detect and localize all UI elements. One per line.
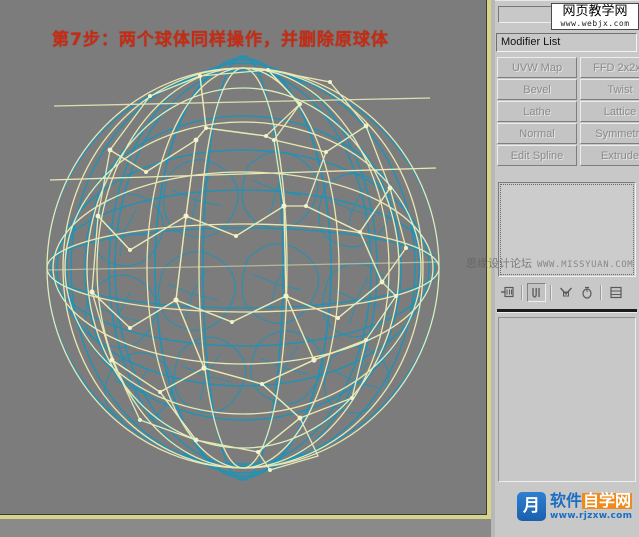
modifier-button-edit-spline[interactable]: Edit Spline bbox=[497, 145, 577, 166]
watermark-missyuan-chinese: 思缘设计论坛 bbox=[466, 257, 532, 270]
modifier-button-bevel[interactable]: Bevel bbox=[497, 79, 577, 100]
stack-divider bbox=[497, 309, 637, 313]
toolbar-separator-3 bbox=[600, 284, 602, 300]
modifier-list-dropdown[interactable]: Modifier List bbox=[496, 33, 637, 52]
viewport-bottom-strip bbox=[0, 519, 491, 537]
modifier-button-lathe[interactable]: Lathe bbox=[497, 101, 577, 122]
show-end-result-icon[interactable] bbox=[527, 282, 546, 302]
toolbar-separator-1 bbox=[521, 284, 523, 300]
viewport-canvas[interactable] bbox=[0, 0, 487, 515]
watermark-missyuan-url: WWW.MISSYUAN.COM bbox=[537, 260, 634, 270]
brand-name-blue: 软件 bbox=[550, 491, 583, 510]
modifier-button-uvw-map[interactable]: UVW Map bbox=[497, 57, 577, 78]
make-unique-glyph bbox=[559, 287, 572, 296]
remove-modifier-glyph bbox=[581, 286, 592, 299]
modifier-button-set: UVW Map FFD 2x2x2 Bevel Twist Lathe Latt… bbox=[497, 57, 639, 166]
brand-mark-icon: 月 bbox=[517, 492, 546, 521]
brand-url: www.rjzxw.com bbox=[550, 510, 633, 521]
show-end-result-glyph bbox=[532, 287, 540, 298]
modifier-button-extrude[interactable]: Extrude bbox=[580, 145, 639, 166]
pin-stack-icon[interactable] bbox=[498, 283, 517, 302]
modifier-button-normal[interactable]: Normal bbox=[497, 123, 577, 144]
parameters-rollout-area[interactable] bbox=[498, 317, 636, 482]
viewport-step-caption: 第7步：两个球体同样操作，并删除原球体 bbox=[52, 30, 389, 50]
brand-logo: 月 软件 自学网 www.rjzxw.com bbox=[517, 491, 633, 521]
watermark-webjx-url: www.webjx.com bbox=[560, 18, 630, 28]
watermark-missyuan: 思缘设计论坛 WWW.MISSYUAN.COM bbox=[466, 255, 633, 271]
pin-stack-glyph bbox=[501, 286, 514, 297]
three-d-app-window: 第7步：两个球体同样操作，并删除原球体 思缘设计论坛 WWW.MISSYUAN.… bbox=[0, 0, 639, 537]
make-unique-icon[interactable] bbox=[556, 283, 575, 302]
remove-modifier-icon[interactable] bbox=[577, 283, 596, 302]
brand-name-orange: 自学网 bbox=[582, 491, 633, 510]
watermark-webjx-chinese: 网页教学网 bbox=[562, 3, 628, 19]
modifier-button-symmetry[interactable]: Symmetry bbox=[580, 123, 639, 144]
modifier-button-lattice[interactable]: Lattice bbox=[580, 101, 639, 122]
modifier-list-label: Modifier List bbox=[501, 36, 561, 48]
toolbar-separator-2 bbox=[550, 284, 552, 300]
brand-text: 软件 自学网 www.rjzxw.com bbox=[550, 491, 633, 521]
brand-title: 软件 自学网 bbox=[550, 491, 633, 510]
wireframe-sphere-render bbox=[46, 55, 440, 481]
configure-modifier-sets-glyph bbox=[609, 286, 622, 298]
modifier-button-twist[interactable]: Twist bbox=[580, 79, 639, 100]
modifier-stack-toolbar bbox=[498, 281, 636, 303]
configure-modifier-sets-icon[interactable] bbox=[606, 283, 625, 302]
watermark-webjx: 网页教学网 www.webjx.com bbox=[551, 3, 639, 30]
viewport[interactable]: 第7步：两个球体同样操作，并删除原球体 bbox=[0, 0, 491, 519]
modifier-button-ffd-2x2x2[interactable]: FFD 2x2x2 bbox=[580, 57, 639, 78]
